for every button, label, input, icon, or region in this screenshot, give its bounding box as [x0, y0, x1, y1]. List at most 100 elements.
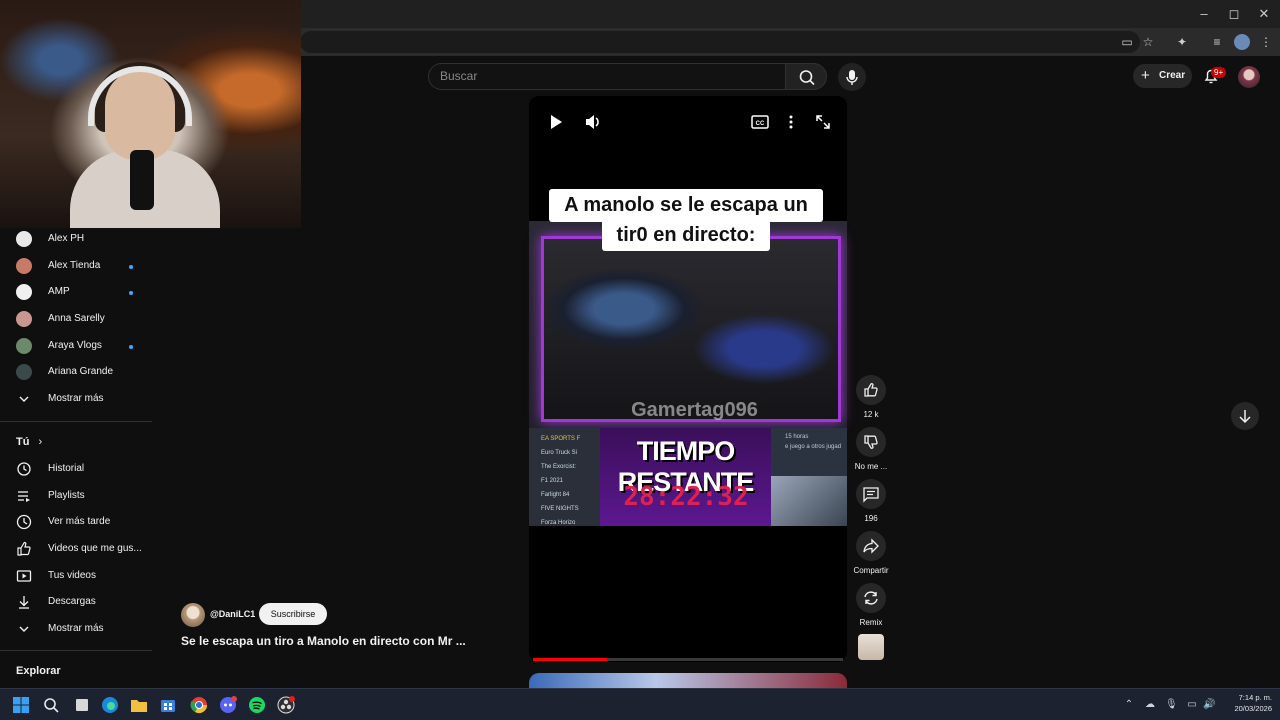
sidebar-item-like[interactable]: Videos que me gus...	[16, 538, 146, 560]
taskbar-file-explorer[interactable]	[130, 696, 148, 714]
volume-icon	[586, 115, 599, 129]
channel-avatar[interactable]	[181, 603, 205, 627]
chat-photo	[771, 476, 847, 526]
sidebar-item-label: Playlists	[48, 490, 85, 501]
more-options-button[interactable]	[781, 112, 801, 132]
more-vertical-icon	[789, 115, 793, 129]
media-control-icon[interactable]: ≡	[1209, 34, 1225, 50]
game-list-item: Farlight 84	[541, 492, 570, 498]
history-icon	[16, 461, 32, 477]
new-content-dot	[129, 345, 133, 349]
subscription-label: AMP	[48, 286, 70, 297]
dislike-button[interactable]	[856, 427, 886, 457]
start-button[interactable]	[12, 696, 30, 714]
taskbar-edge[interactable]	[101, 696, 119, 714]
next-video-preview[interactable]	[529, 673, 847, 688]
show-more-you[interactable]: Mostrar más	[16, 618, 146, 640]
voice-search-button[interactable]	[838, 63, 866, 91]
remix-button[interactable]	[856, 583, 886, 613]
minimize-button[interactable]: –	[1189, 5, 1219, 23]
tray-overflow-icon[interactable]: ⌃	[1123, 699, 1135, 711]
share-button[interactable]	[856, 531, 886, 561]
task-view[interactable]	[73, 696, 91, 714]
taskbar-chrome[interactable]	[190, 696, 208, 714]
subscription-item[interactable]: Alex Tienda	[16, 255, 146, 277]
game-list-item: F1 2021	[541, 478, 564, 484]
sidebar-item-playlists[interactable]: Playlists	[16, 485, 146, 507]
playlists-icon	[16, 488, 32, 504]
webcam-overlay	[0, 0, 301, 228]
download-icon	[16, 594, 32, 610]
show-more-subscriptions[interactable]: Mostrar más	[16, 388, 146, 410]
remix-label: Remix	[859, 618, 883, 627]
subscription-item[interactable]: Alex PH	[16, 228, 146, 250]
comments-button[interactable]	[856, 479, 886, 509]
onedrive-icon[interactable]: ☁	[1144, 699, 1156, 711]
microphone-icon	[846, 70, 858, 85]
video-overlay-title-line1: A manolo se le escapa un	[549, 189, 823, 222]
maximize-button[interactable]: ◻	[1219, 5, 1249, 23]
system-clock[interactable]: 7:14 p. m. 20/03/2026	[1222, 692, 1272, 714]
sidebar-item-label: Tus videos	[48, 570, 96, 581]
edge-icon	[102, 697, 118, 713]
sound-thumbnail[interactable]	[858, 634, 884, 660]
subscription-item[interactable]: Araya Vlogs	[16, 335, 146, 357]
subscription-label: Ariana Grande	[48, 366, 114, 377]
chevron-down-icon	[16, 621, 32, 637]
cast-icon[interactable]: ▭	[1119, 34, 1135, 50]
sidebar-item-label: Ver más tarde	[48, 516, 111, 527]
remix-icon	[864, 591, 878, 605]
thumbs-up-icon	[864, 383, 878, 397]
subscription-item[interactable]: AMP	[16, 281, 146, 303]
sidebar-item-history[interactable]: Historial	[16, 458, 146, 480]
obs-icon	[277, 696, 295, 714]
address-bar[interactable]	[300, 31, 1140, 53]
progress-bar	[533, 658, 608, 661]
user-avatar[interactable]	[1238, 66, 1260, 88]
volume-tray-icon[interactable]: 🔊	[1203, 699, 1215, 711]
play-button[interactable]	[546, 112, 566, 132]
like-button[interactable]	[856, 375, 886, 405]
extensions-icon[interactable]: ✦	[1174, 34, 1190, 50]
subscribe-button[interactable]: Suscribirse	[259, 603, 327, 625]
discord-icon	[220, 696, 237, 713]
network-icon[interactable]: ▭	[1186, 699, 1198, 711]
taskbar-search[interactable]	[42, 696, 60, 714]
game-list-item: FIVE NIGHTS	[541, 506, 579, 512]
fullscreen-button[interactable]	[813, 112, 833, 132]
bookmark-star-icon[interactable]: ☆	[1140, 34, 1156, 50]
search-input[interactable]: Buscar	[428, 63, 786, 90]
game-list-item: Euro Truck Si	[541, 450, 578, 456]
taskbar-obs[interactable]	[277, 696, 295, 714]
thumbs-down-icon	[864, 435, 878, 449]
you-section-heading[interactable]: Tú ›	[16, 436, 42, 448]
channel-handle[interactable]: @DaniLC1	[210, 609, 255, 619]
subscription-label: Araya Vlogs	[48, 340, 102, 351]
subscription-item[interactable]: Ariana Grande	[16, 361, 146, 383]
taskbar-discord[interactable]	[219, 696, 237, 714]
share-label: Compartir	[853, 566, 889, 575]
notifications-badge: 9+	[1211, 67, 1227, 78]
profile-icon[interactable]	[1234, 34, 1250, 50]
search-button[interactable]	[785, 63, 827, 90]
subscription-item[interactable]: Anna Sarelly	[16, 308, 146, 330]
video-title[interactable]: Se le escapa un tiro a Manolo en directo…	[181, 634, 501, 648]
taskbar-spotify[interactable]	[248, 696, 266, 714]
browser-menu-icon[interactable]: ⋮	[1258, 34, 1274, 50]
create-button[interactable]: + Crear	[1133, 64, 1192, 88]
close-window-button[interactable]: ✕	[1249, 5, 1279, 23]
sidebar-item-your-videos[interactable]: Tus videos	[16, 565, 146, 587]
sidebar-item-watch-later[interactable]: Ver más tarde	[16, 511, 146, 533]
next-short-button[interactable]	[1231, 402, 1259, 430]
search-icon	[44, 698, 59, 713]
volume-button[interactable]	[583, 112, 603, 132]
game-list-panel: EA SPORTS F Euro Truck Si The Exorcist: F1 …	[529, 428, 600, 526]
sidebar-item-download[interactable]: Descargas	[16, 591, 146, 613]
taskbar-store[interactable]	[159, 696, 177, 714]
play-icon	[551, 115, 562, 129]
microphone-tray-icon[interactable]: 🎙	[1165, 699, 1178, 711]
captions-button[interactable]: CC	[750, 112, 770, 132]
like-count: 12 k	[863, 410, 879, 419]
video-overlay-title-line2: tir0 en directo:	[602, 219, 770, 251]
your-videos-icon	[16, 568, 32, 584]
